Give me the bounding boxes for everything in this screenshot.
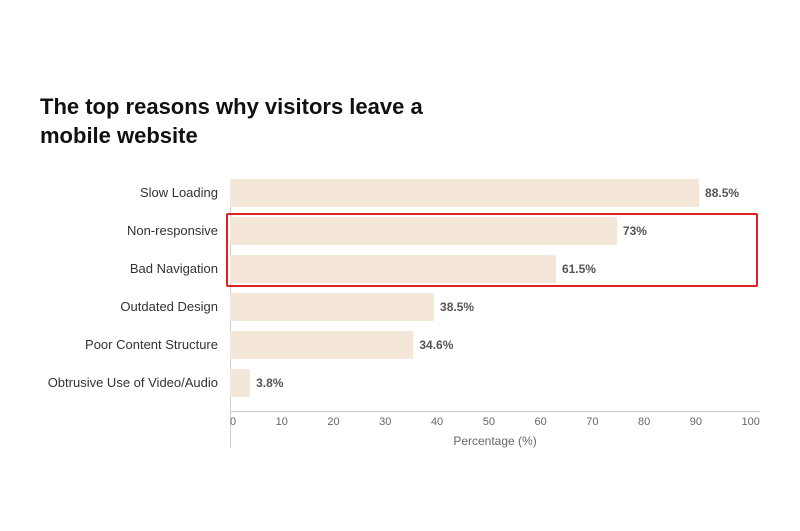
bar-row: Poor Content Structure 34.6% bbox=[40, 331, 760, 359]
bar-row: Non-responsive 73% bbox=[40, 217, 760, 245]
bar-fill bbox=[230, 331, 413, 359]
x-tick: 30 bbox=[379, 412, 391, 428]
bar-label: Slow Loading bbox=[40, 185, 230, 200]
x-tick: 10 bbox=[276, 412, 288, 428]
bar-track: 38.5% bbox=[230, 293, 760, 321]
chart-title: The top reasons why visitors leave a mob… bbox=[40, 93, 460, 150]
bar-label: Non-responsive bbox=[40, 223, 230, 238]
x-tick: 80 bbox=[638, 412, 650, 428]
x-axis-ticks: 0 10 20 30 40 50 60 70 80 90 100 bbox=[230, 412, 760, 428]
bar-label: Obtrusive Use of Video/Audio bbox=[40, 375, 230, 390]
chart-container: The top reasons why visitors leave a mob… bbox=[20, 63, 780, 467]
chart-area: Slow Loading 88.5% Non-responsive 73% Bad Na… bbox=[40, 179, 760, 407]
x-tick: 60 bbox=[534, 412, 546, 428]
bar-fill bbox=[230, 293, 434, 321]
x-axis-label: Percentage (%) bbox=[230, 434, 760, 448]
bar-value: 61.5% bbox=[562, 262, 596, 276]
chart-wrapper: Slow Loading 88.5% Non-responsive 73% Bad Na… bbox=[40, 179, 760, 448]
bar-fill bbox=[230, 255, 556, 283]
bar-label: Bad Navigation bbox=[40, 261, 230, 276]
x-tick: 70 bbox=[586, 412, 598, 428]
bar-value: 38.5% bbox=[440, 300, 474, 314]
bar-row: Outdated Design 38.5% bbox=[40, 293, 760, 321]
bar-label: Poor Content Structure bbox=[40, 337, 230, 352]
x-tick: 90 bbox=[690, 412, 702, 428]
bar-track: 73% bbox=[230, 217, 760, 245]
x-axis: 0 10 20 30 40 50 60 70 80 90 100 bbox=[230, 411, 760, 428]
x-tick: 40 bbox=[431, 412, 443, 428]
bar-track: 88.5% bbox=[230, 179, 760, 207]
x-tick: 50 bbox=[483, 412, 495, 428]
x-tick: 100 bbox=[742, 412, 760, 428]
bar-row: Slow Loading 88.5% bbox=[40, 179, 760, 207]
bar-fill bbox=[230, 369, 250, 397]
bar-track: 34.6% bbox=[230, 331, 760, 359]
x-tick: 0 bbox=[230, 412, 236, 428]
bar-row: Bad Navigation 61.5% bbox=[40, 255, 760, 283]
bar-fill bbox=[230, 179, 699, 207]
bar-value: 88.5% bbox=[705, 186, 739, 200]
bar-value: 3.8% bbox=[256, 376, 283, 390]
bar-value: 73% bbox=[623, 224, 647, 238]
bar-row: Obtrusive Use of Video/Audio 3.8% bbox=[40, 369, 760, 397]
bar-track: 3.8% bbox=[230, 369, 760, 397]
bar-track: 61.5% bbox=[230, 255, 760, 283]
bar-value: 34.6% bbox=[419, 338, 453, 352]
bar-label: Outdated Design bbox=[40, 299, 230, 314]
x-tick: 20 bbox=[327, 412, 339, 428]
bar-fill bbox=[230, 217, 617, 245]
